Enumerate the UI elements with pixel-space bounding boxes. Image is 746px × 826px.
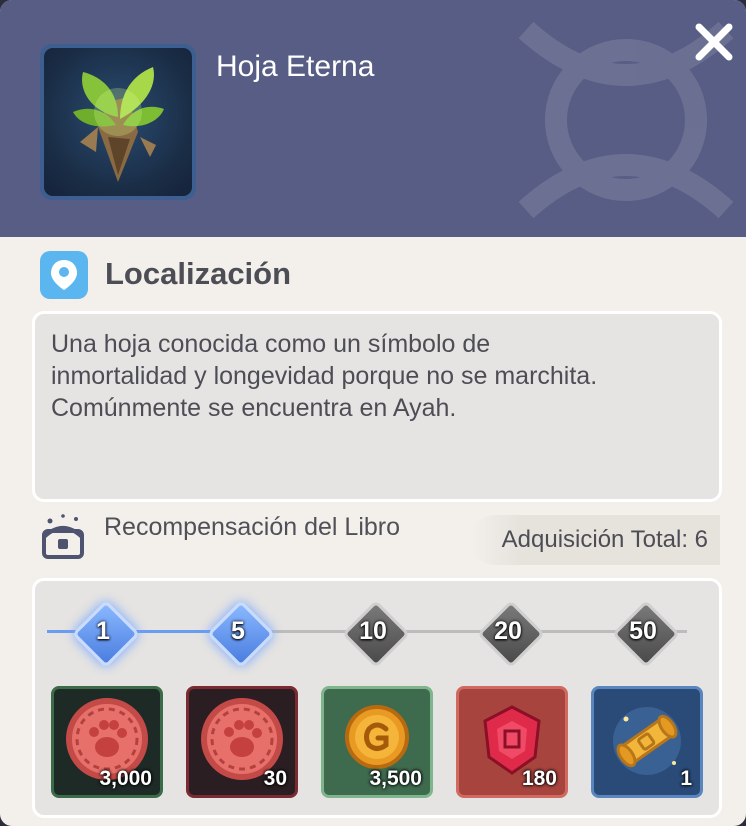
reward-quantity: 3,000 (99, 767, 152, 790)
milestone-value: 20 (494, 616, 522, 645)
milestone-marker: 1 (72, 600, 140, 668)
milestone-value: 10 (359, 616, 387, 645)
reward-quantity: 3,500 (369, 767, 422, 790)
description-line: inmortalidad y longevidad porque no se m… (51, 362, 598, 390)
eternal-leaf-icon (73, 67, 164, 182)
item-header: Hoja Eterna (0, 0, 746, 237)
milestone-marker: 10 (342, 600, 410, 668)
milestone-marker: 5 (207, 600, 275, 668)
reward-slot[interactable]: 180 (456, 686, 568, 798)
item-title: Hoja Eterna (216, 50, 375, 83)
description-line: Una hoja conocida como un símbolo de (51, 330, 491, 358)
milestone-value: 1 (96, 616, 110, 645)
item-icon-frame (40, 44, 196, 200)
reward-quantity: 180 (521, 767, 557, 790)
description-line: Comúnmente se encuentra en Ayah. (51, 394, 457, 422)
book-reward-title: Recompensación del Libro (104, 513, 401, 541)
reward-slot[interactable]: 30 (186, 686, 298, 798)
total-acquisition: Adquisición Total: 6 (470, 515, 720, 565)
close-icon (695, 23, 733, 61)
treasure-chest-icon (42, 514, 84, 559)
milestone-value: 50 (629, 616, 657, 645)
reward-quantity: 30 (263, 767, 287, 790)
location-title: Localización (105, 256, 292, 291)
reward-quantity: 1 (680, 767, 692, 790)
close-button[interactable] (692, 20, 736, 64)
milestone-marker: 20 (477, 600, 545, 668)
milestone-marker: 50 (612, 600, 680, 668)
location-pin-icon (40, 251, 88, 299)
milestone-value: 5 (231, 616, 245, 645)
reward-slot[interactable]: 1 (591, 686, 703, 798)
item-detail-panel: Hoja Eterna Localización Una hoja conoci… (0, 0, 746, 826)
reward-slot[interactable]: 3,000 (51, 686, 163, 798)
item-description: Una hoja conocida como un símbolo de inm… (32, 311, 722, 502)
reward-slot[interactable]: 3,500 (321, 686, 433, 798)
